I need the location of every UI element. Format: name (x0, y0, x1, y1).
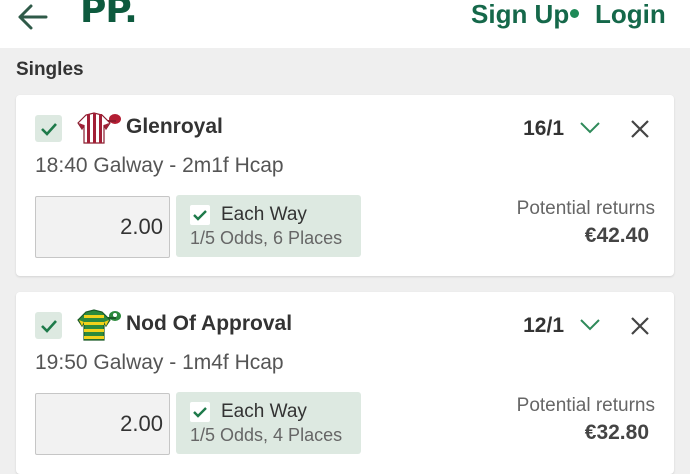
bet-card: Glenroyal 16/1 18:40 Galway - 2m1f Hcap … (16, 95, 674, 276)
event-details: 19:50 Galway - 1m4f Hcap (35, 351, 284, 374)
runner-name: Glenroyal (126, 115, 223, 138)
separator-dot (570, 9, 579, 18)
odds-value[interactable]: 16/1 (523, 117, 564, 141)
odds-value[interactable]: 12/1 (523, 314, 564, 338)
select-bet-checkbox[interactable] (35, 115, 62, 142)
close-icon[interactable] (630, 316, 650, 336)
sign-up-link[interactable]: Sign Up (471, 0, 569, 30)
back-arrow-icon[interactable] (12, 0, 52, 34)
paddy-power-logo[interactable]: PP. (80, 0, 138, 31)
each-way-toggle[interactable]: Each Way 1/5 Odds, 4 Places (176, 392, 361, 454)
jockey-silk-icon (74, 109, 122, 147)
each-way-label: Each Way (221, 204, 307, 225)
checkmark-icon (190, 402, 210, 422)
checkmark-icon (41, 320, 57, 333)
select-bet-checkbox[interactable] (35, 312, 62, 339)
potential-returns-value: €42.40 (584, 224, 649, 247)
section-title-singles: Singles (16, 59, 84, 80)
top-bar: PP. Sign Up Login (0, 0, 690, 48)
runner-name: Nod Of Approval (126, 312, 293, 335)
login-link[interactable]: Login (595, 0, 666, 30)
potential-returns-value: €32.80 (584, 421, 649, 444)
each-way-label: Each Way (221, 401, 307, 422)
close-icon[interactable] (630, 119, 650, 139)
chevron-down-icon[interactable] (579, 318, 601, 332)
potential-returns-label: Potential returns (516, 198, 655, 219)
each-way-terms: 1/5 Odds, 6 Places (190, 228, 343, 248)
checkmark-icon (41, 123, 57, 136)
event-details: 18:40 Galway - 2m1f Hcap (35, 154, 284, 177)
stake-input[interactable]: 2.00 (35, 393, 170, 455)
each-way-terms: 1/5 Odds, 4 Places (190, 425, 343, 445)
jockey-silk-icon (74, 306, 122, 344)
bet-card: Nod Of Approval 12/1 19:50 Galway - 1m4f… (16, 292, 674, 474)
each-way-toggle[interactable]: Each Way 1/5 Odds, 6 Places (176, 195, 361, 257)
chevron-down-icon[interactable] (579, 121, 601, 135)
checkmark-icon (190, 205, 210, 225)
potential-returns-label: Potential returns (516, 395, 655, 416)
stake-input[interactable]: 2.00 (35, 196, 170, 258)
